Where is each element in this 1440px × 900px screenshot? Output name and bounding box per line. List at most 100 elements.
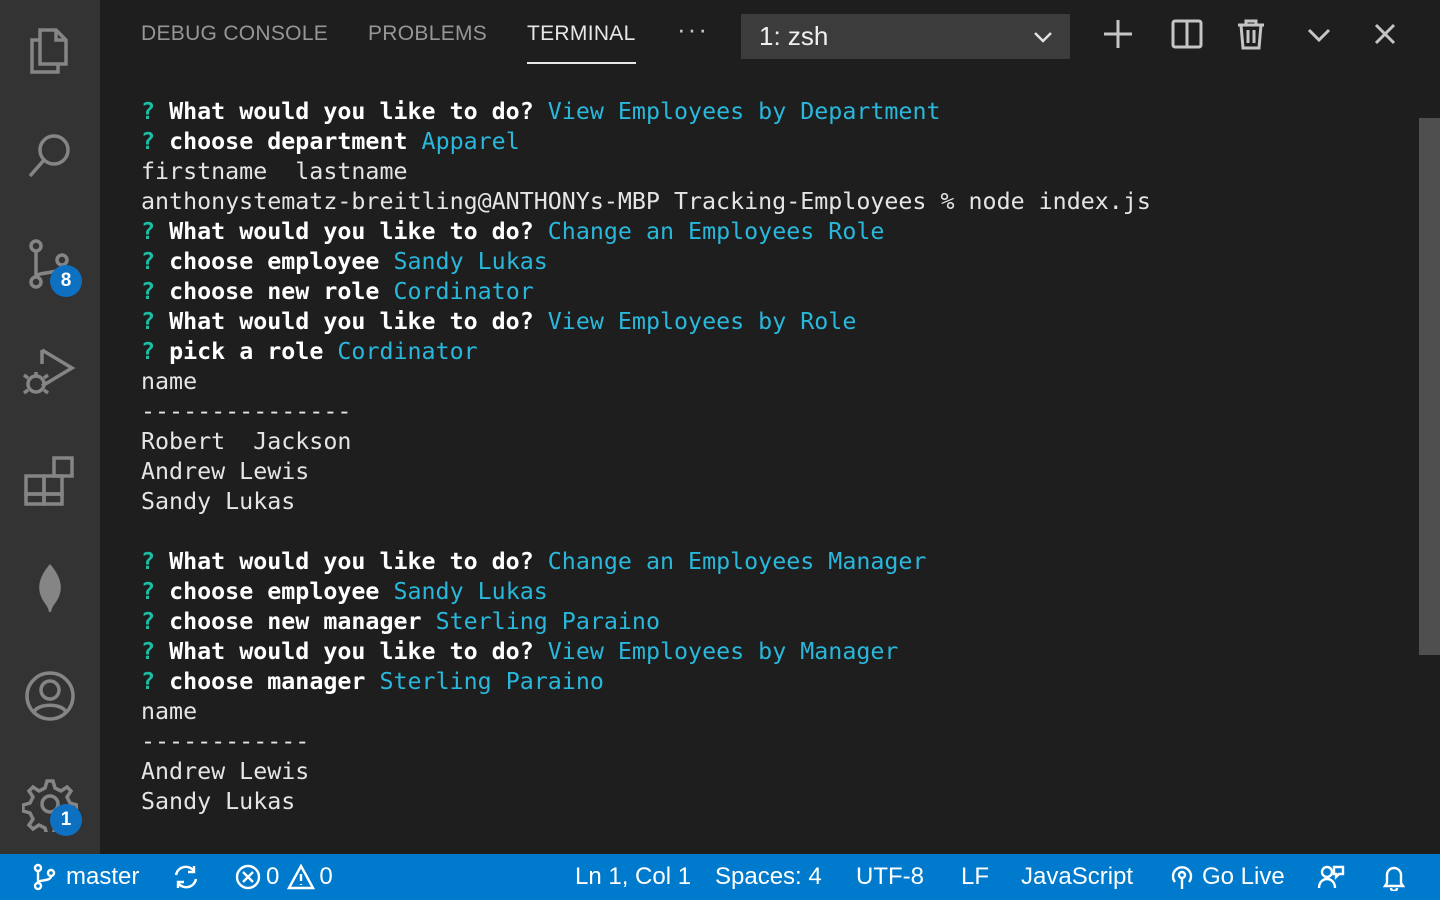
prompt-text: What would you like to do? bbox=[169, 98, 534, 125]
question-mark: ? bbox=[141, 218, 156, 245]
answer-text: View Employees by Department bbox=[547, 98, 941, 125]
trash-icon[interactable] bbox=[1233, 16, 1269, 52]
terminal-line: ? choose new manager Sterling Paraino bbox=[141, 607, 1411, 637]
extensions-icon bbox=[24, 456, 74, 506]
terminal-line: name bbox=[141, 367, 1411, 397]
accounts-button[interactable] bbox=[0, 646, 100, 746]
prompt-text: choose employee bbox=[169, 578, 380, 605]
terminal-line: ? What would you like to do? Change an E… bbox=[141, 547, 1411, 577]
question-mark: ? bbox=[141, 668, 156, 695]
terminal-line: ? pick a role Cordinator bbox=[141, 337, 1411, 367]
split-terminal-icon[interactable] bbox=[1169, 16, 1205, 52]
question-mark: ? bbox=[141, 98, 156, 125]
output-text: ------------ bbox=[141, 728, 310, 755]
output-text: Andrew Lewis bbox=[141, 758, 310, 785]
prompt-text: What would you like to do? bbox=[169, 308, 534, 335]
manage-button[interactable] bbox=[0, 754, 100, 854]
tab-debug-console[interactable]: DEBUG CONSOLE bbox=[141, 22, 328, 46]
warning-icon bbox=[287, 863, 316, 890]
prompt-text: What would you like to do? bbox=[169, 218, 534, 245]
terminal-line: ? choose employee Sandy Lukas bbox=[141, 577, 1411, 607]
terminal-line: ------------ bbox=[141, 727, 1411, 757]
answer-text: Sandy Lukas bbox=[393, 248, 548, 275]
output-text: Andrew Lewis bbox=[141, 458, 310, 485]
active-tab-indicator bbox=[527, 62, 636, 64]
run-debug-button[interactable] bbox=[0, 322, 100, 422]
feedback-icon bbox=[1317, 865, 1345, 889]
answer-text: Sterling Paraino bbox=[379, 668, 604, 695]
prompt-text: choose manager bbox=[169, 668, 366, 695]
tab-terminal[interactable]: TERMINAL bbox=[527, 22, 636, 46]
question-mark: ? bbox=[141, 578, 156, 605]
output-text: --------------- bbox=[141, 398, 352, 425]
answer-text: Cordinator bbox=[337, 338, 478, 365]
terminal-line: name bbox=[141, 697, 1411, 727]
go-live-label: Go Live bbox=[1202, 863, 1285, 890]
terminal-select[interactable]: 1: zsh bbox=[741, 14, 1070, 59]
question-mark: ? bbox=[141, 278, 156, 305]
answer-text: Change an Employees Role bbox=[547, 218, 885, 245]
encoding[interactable]: UTF-8 bbox=[856, 854, 924, 900]
answer-text: View Employees by Manager bbox=[547, 638, 899, 665]
search-button[interactable] bbox=[0, 106, 100, 206]
prompt-text: What would you like to do? bbox=[169, 548, 534, 575]
source-control-badge: 8 bbox=[50, 265, 82, 297]
mongodb-button[interactable] bbox=[0, 538, 100, 638]
explorer-button[interactable] bbox=[0, 0, 100, 100]
output-text: firstname lastname bbox=[141, 158, 408, 185]
terminal-line: ? What would you like to do? Change an E… bbox=[141, 217, 1411, 247]
git-branch-icon bbox=[33, 863, 56, 891]
tab-problems[interactable]: PROBLEMS bbox=[368, 22, 487, 46]
output-text: Sandy Lukas bbox=[141, 488, 296, 515]
question-mark: ? bbox=[141, 638, 156, 665]
account-icon bbox=[25, 671, 75, 721]
terminal-line: --------------- bbox=[141, 397, 1411, 427]
more-actions-button[interactable]: ··· bbox=[677, 14, 709, 45]
terminal-select-value: 1: zsh bbox=[759, 21, 829, 51]
maximize-chevron-icon[interactable] bbox=[1301, 16, 1337, 52]
answer-text: Apparel bbox=[421, 128, 520, 155]
chevron-down-icon bbox=[1034, 32, 1052, 43]
indentation[interactable]: Spaces: 4 bbox=[715, 854, 822, 900]
sync-icon bbox=[174, 865, 198, 889]
prompt-text: choose new role bbox=[169, 278, 380, 305]
run-debug-icon bbox=[22, 348, 76, 395]
source-control-button[interactable] bbox=[0, 214, 100, 314]
output-text: Robert Jackson bbox=[141, 428, 352, 455]
prompt-text: What would you like to do? bbox=[169, 638, 534, 665]
output-text: anthonystematz-breitling@ANTHONYs-MBP Tr… bbox=[141, 188, 1151, 215]
question-mark: ? bbox=[141, 548, 156, 575]
files-icon bbox=[30, 28, 68, 74]
notifications-button[interactable] bbox=[1380, 854, 1408, 900]
terminal-line: anthonystematz-breitling@ANTHONYs-MBP Tr… bbox=[141, 187, 1411, 217]
activity-bar: 8 1 bbox=[0, 0, 100, 854]
terminal-line: ? choose new role Cordinator bbox=[141, 277, 1411, 307]
close-icon[interactable] bbox=[1367, 16, 1403, 52]
language-mode[interactable]: JavaScript bbox=[1021, 854, 1133, 900]
new-terminal-icon[interactable] bbox=[1100, 16, 1136, 52]
terminal-output[interactable]: ? What would you like to do? View Employ… bbox=[141, 97, 1411, 817]
cursor-position[interactable]: Ln 1, Col 1 bbox=[575, 854, 691, 900]
question-mark: ? bbox=[141, 128, 156, 155]
error-icon bbox=[235, 864, 261, 890]
terminal-line: ? What would you like to do? View Employ… bbox=[141, 97, 1411, 127]
answer-text: Cordinator bbox=[393, 278, 534, 305]
answer-text: View Employees by Role bbox=[547, 308, 857, 335]
sync-button[interactable] bbox=[172, 854, 200, 900]
terminal-scrollbar-thumb[interactable] bbox=[1419, 118, 1440, 655]
prompt-text: choose department bbox=[169, 128, 408, 155]
extensions-button[interactable] bbox=[0, 430, 100, 530]
prompt-text: choose employee bbox=[169, 248, 380, 275]
feedback-button[interactable] bbox=[1317, 854, 1345, 900]
question-mark: ? bbox=[141, 608, 156, 635]
terminal-line: Sandy Lukas bbox=[141, 787, 1411, 817]
terminal-line: ? choose employee Sandy Lukas bbox=[141, 247, 1411, 277]
end-of-line[interactable]: LF bbox=[961, 854, 989, 900]
mongodb-leaf-icon bbox=[39, 564, 61, 612]
problems-indicator[interactable]: 0 0 bbox=[234, 854, 333, 900]
question-mark: ? bbox=[141, 248, 156, 275]
question-mark: ? bbox=[141, 308, 156, 335]
branch-indicator[interactable]: master bbox=[30, 854, 139, 900]
go-live-button[interactable]: Go Live bbox=[1168, 854, 1285, 900]
